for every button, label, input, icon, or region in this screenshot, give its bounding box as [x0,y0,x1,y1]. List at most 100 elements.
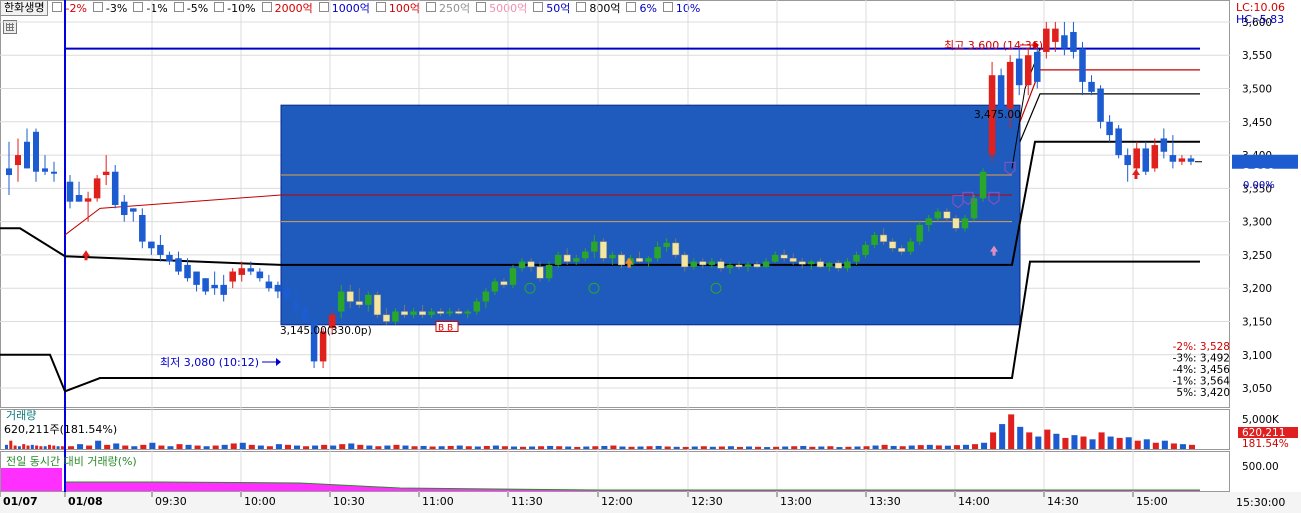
volume-current-pct-label: 181.54% [1242,438,1289,450]
volume-bar [212,445,219,449]
candle-body [428,311,435,315]
y-tick-label: 3,200 [1242,283,1272,295]
candle-body [238,268,246,275]
candle-body [853,254,860,262]
y-tick-label: 3,550 [1242,50,1272,62]
level-label: 5%: 3,420 [1176,387,1230,399]
volume-bar [791,446,798,449]
time-tick-label: 13:00 [780,495,812,508]
volume-bar [131,446,138,449]
candle-body [961,218,969,229]
candle-body [545,264,553,279]
volume-bar [140,444,147,449]
volume-bar [818,446,825,449]
candle-body [753,263,761,268]
candle-body [663,242,670,247]
y-tick-label: 3,250 [1242,250,1272,262]
volume-bar [501,446,508,449]
volume-bar [30,444,34,449]
candle-body [139,214,146,242]
candle-body [15,155,21,166]
candle-body [220,284,227,295]
volume-bar [628,446,635,449]
volume-bar [538,446,545,449]
volume-bar [655,445,662,449]
candle-body [346,291,354,302]
volume-bar [890,445,897,449]
time-tick-label: 15:00 [1136,495,1168,508]
volume-bar [709,446,716,449]
volume-bar [294,445,301,449]
volume-bar [646,446,653,449]
ratio-title: 전일 동시간 대비 거래량(%) [6,454,137,468]
candle-body [247,268,255,272]
volume-bar [35,445,39,449]
candle-body [599,241,607,259]
volume-bar [104,444,111,449]
candle-body [1133,148,1140,169]
volume-bar [9,440,13,449]
volume-bar [456,445,463,449]
volume-bar [384,445,391,449]
volume-bar [239,442,246,449]
candle-body [617,254,625,266]
candle-body [24,141,30,169]
volume-bar [972,444,979,449]
volume-bar [330,445,337,449]
volume-bar [1080,436,1087,449]
volume-bar [149,442,156,449]
volume-bar [22,444,26,449]
volume-bar [583,446,590,449]
volume-bar [26,445,30,449]
candle-body [609,254,616,259]
time-tick-label: 10:30 [333,495,365,508]
candle-body [33,131,39,172]
candle-body [373,294,381,316]
candle-body [1124,155,1131,166]
volume-bar [266,446,273,449]
volume-bar [1179,444,1186,449]
volume-bar [809,446,816,449]
red-level-line [1019,69,1200,123]
candle-body [102,171,110,176]
candle-body [1178,158,1186,162]
low-annotation-arrowhead [276,358,281,366]
level-label: -3%: 3,492 [1173,353,1230,365]
candle-body [771,254,779,262]
volume-bar [492,445,499,449]
candle-body [1142,148,1150,172]
volume-bar [1044,429,1051,449]
time-axis-background [0,492,1301,513]
volume-bar [438,446,445,449]
hc-label: HC:-5.83 [1236,13,1284,26]
candle-body [898,248,906,252]
volume-bar [637,446,644,449]
time-tick-label: 12:00 [601,495,633,508]
candle-body [672,242,680,256]
volume-bar [782,446,789,449]
level-label: -4%: 3,456 [1173,364,1231,376]
candle-body [51,171,57,174]
volume-bar [122,445,129,449]
candle-body [1115,128,1122,156]
volume-bar [1125,437,1132,449]
time-tick-label: 09:30 [155,495,187,508]
candle-body [365,294,372,305]
volume-bar [736,446,743,449]
volume-title: 거래량 [6,409,36,422]
volume-bar [881,444,888,449]
volume-bar [854,446,861,449]
volume-bar [944,445,951,449]
volume-bar [420,445,427,449]
candle-body [93,178,101,199]
volume-bar [1053,433,1060,449]
volume-bar [339,444,346,449]
y-tick-label: 3,150 [1242,316,1272,328]
candle-body [229,271,236,282]
low-annotation: 최저 3,080 (10:12) [160,356,259,369]
up-arrow-marker [82,250,90,261]
volume-bar [230,443,237,449]
volume-bar [872,445,879,449]
candle-body [202,278,209,292]
chart-canvas[interactable]: 3,0503,1003,1503,2003,2503,3003,3503,400… [0,0,1301,513]
